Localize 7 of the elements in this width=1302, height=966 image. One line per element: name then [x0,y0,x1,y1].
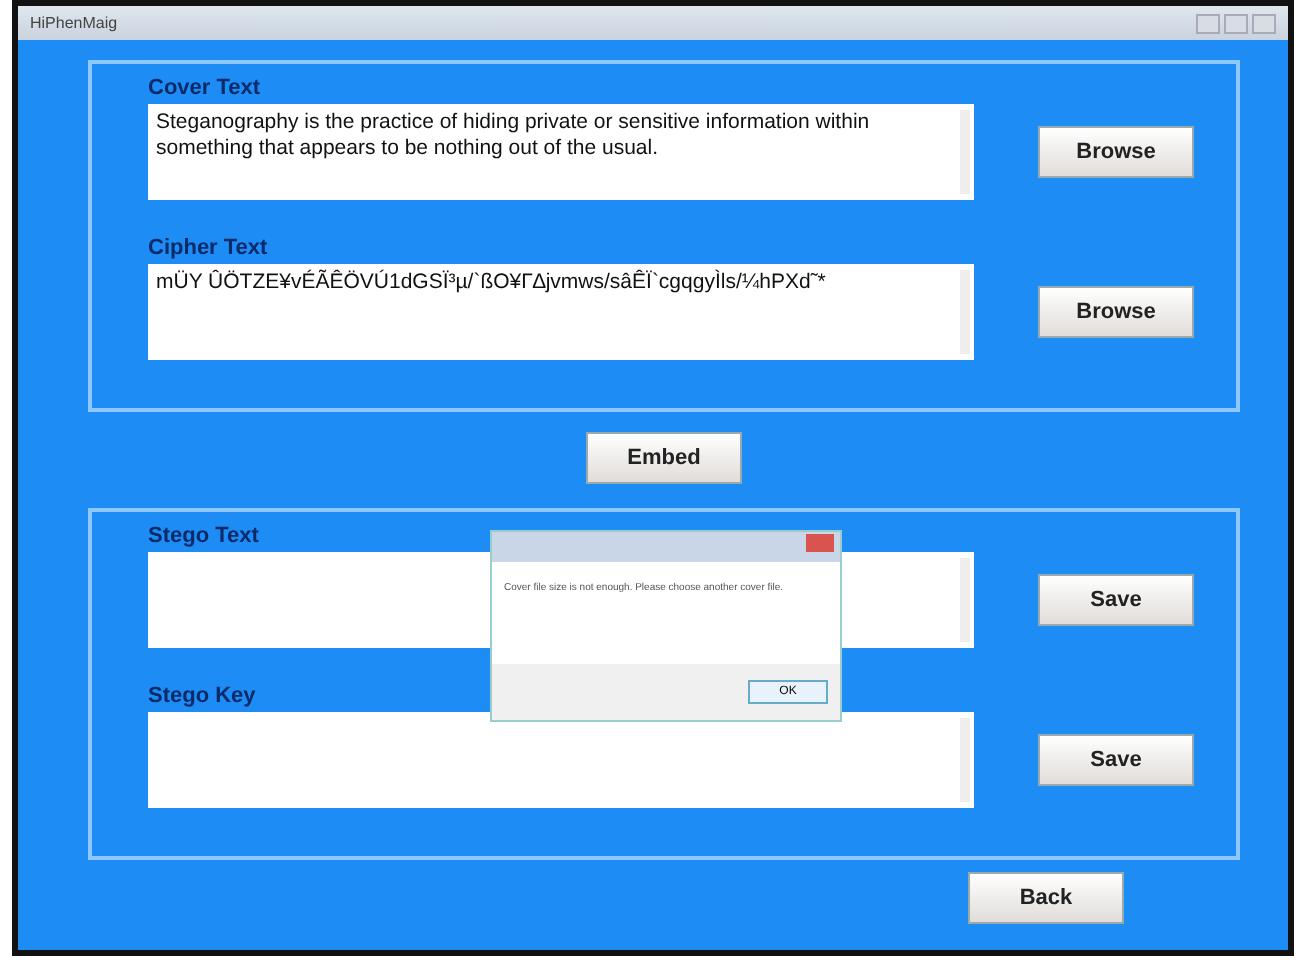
text-content: Steganography is the practice of hiding private or sensitive information within something that appears to be nothing out of the usual. [156,110,870,160]
window-title: HiPhenMaig [30,14,118,32]
field-label: Stego Text [148,524,259,548]
field-label: Cover Text [148,76,261,100]
text-content: mÜY ÛÖTZE¥vÉÃÊÖVÚ1dGSÏ³µ/`ßO¥Γ∆jvmws/sâÊΪ`cgqgyÌls/¼hPXd˜* [156,270,826,294]
field-label: Stego Key [148,684,256,708]
field-label: Cipher Text [148,236,268,260]
